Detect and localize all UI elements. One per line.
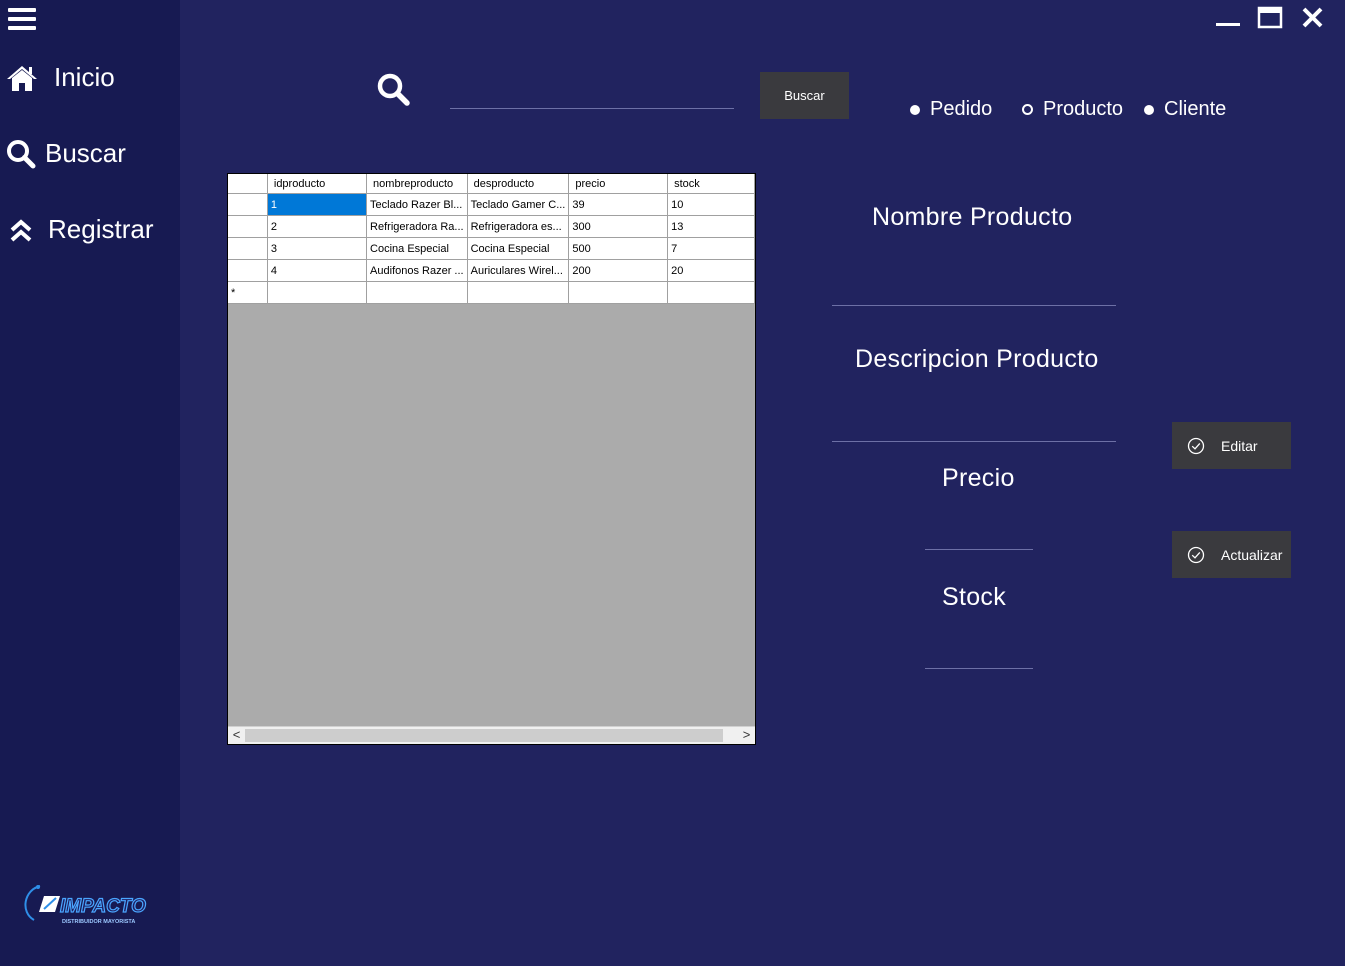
table-cell[interactable]: 2 [267,215,368,238]
table-cell[interactable]: 7 [667,237,755,260]
double-chevron-up-icon [10,218,32,241]
svg-text:IMPACTO: IMPACTO [60,896,146,917]
table-header-row: idproducto nombreproducto desproducto pr… [228,174,755,194]
radio-cliente[interactable]: Cliente [1144,98,1226,121]
row-header[interactable] [228,259,268,282]
table-cell[interactable]: 300 [568,215,669,238]
sidebar-item-inicio[interactable]: Inicio [6,62,115,93]
impacto-logo: IMPACTO DISTRIBUIDOR MAYORISTA [24,885,147,925]
table-cell[interactable]: Auriculares Wirel... [467,259,570,282]
table-new-row[interactable]: * [228,281,755,304]
sidebar-item-label: Registrar [48,214,154,244]
precio-input[interactable] [925,523,1033,550]
search-icon [377,73,410,106]
table-row[interactable]: 2 Refrigeradora Ra... Refrigeradora es..… [228,215,755,238]
table-cell[interactable]: Teclado Razer Bl... [366,193,468,216]
table-cell[interactable]: Audifonos Razer ... [366,259,468,282]
table-row[interactable]: 1 Teclado Razer Bl... Teclado Gamer C...… [228,193,755,216]
home-icon [7,65,37,91]
table-cell[interactable]: 1 [267,193,368,216]
radio-label: Cliente [1164,98,1227,120]
table-cell[interactable] [366,281,468,304]
radio-indicator [1022,104,1033,115]
scrollbar-thumb[interactable] [245,729,723,742]
table-cell[interactable]: Cocina Especial [467,237,570,260]
descripcion-producto-input[interactable] [832,415,1116,442]
edit-button-label: Editar [1221,437,1258,454]
new-row-marker[interactable]: * [228,281,268,304]
column-header[interactable]: desproducto [467,174,570,194]
table-cell[interactable]: 500 [568,237,669,260]
radio-label: Producto [1043,98,1124,120]
radio-pedido[interactable]: Pedido [910,98,992,121]
table-cell[interactable]: 20 [667,259,755,282]
row-header[interactable] [228,237,268,260]
horizontal-scrollbar[interactable]: < > [228,726,755,744]
sidebar-item-registrar[interactable]: Registrar [6,214,153,245]
svg-text:DISTRIBUIDOR MAYORISTA: DISTRIBUIDOR MAYORISTA [62,919,135,925]
edit-button[interactable]: Editar [1172,422,1291,469]
row-header[interactable] [228,215,268,238]
table-cell[interactable] [667,281,755,304]
radio-indicator [910,104,920,115]
minimize-button[interactable] [1215,6,1241,30]
table-row[interactable]: 4 Audifonos Razer ... Auriculares Wirel.… [228,259,755,282]
products-table: idproducto nombreproducto desproducto pr… [228,174,755,304]
check-circle-icon [1187,546,1205,563]
table-cell[interactable]: 39 [568,193,669,216]
radio-indicator [1144,104,1154,115]
table-cell[interactable]: 3 [267,237,368,260]
row-header-corner [228,174,268,194]
products-grid[interactable]: idproducto nombreproducto desproducto pr… [227,173,756,745]
table-cell[interactable]: Refrigeradora es... [467,215,570,238]
close-button[interactable] [1300,6,1326,30]
table-cell[interactable] [568,281,669,304]
table-cell[interactable]: 13 [667,215,755,238]
stock-input[interactable] [925,642,1033,669]
scroll-left-icon[interactable]: < [228,727,245,744]
nombre-producto-input[interactable] [832,279,1116,306]
sidebar: Inicio Buscar Registrar IMPACTO DISTRIBU… [0,0,180,966]
radio-label: Pedido [930,98,993,120]
column-header[interactable]: idproducto [267,174,368,194]
descripcion-producto-label: Descripcion Producto [855,345,1099,373]
table-cell[interactable] [467,281,570,304]
table-cell[interactable]: 4 [267,259,368,282]
maximize-button[interactable] [1257,6,1283,30]
search-input[interactable] [450,84,734,109]
column-header[interactable]: precio [568,174,669,194]
update-button-label: Actualizar [1221,546,1283,563]
check-circle-icon [1187,437,1205,454]
table-row[interactable]: 3 Cocina Especial Cocina Especial 500 7 [228,237,755,260]
scroll-right-icon[interactable]: > [738,727,755,744]
column-header[interactable]: stock [667,174,755,194]
precio-label: Precio [942,464,1015,492]
row-header[interactable] [228,193,268,216]
maximize-icon [1257,6,1283,29]
table-cell[interactable]: Teclado Gamer C... [467,193,570,216]
nombre-producto-label: Nombre Producto [872,203,1073,231]
minimize-icon [1216,23,1240,26]
search-icon [7,139,36,168]
search-button[interactable]: Buscar [760,72,849,119]
update-button[interactable]: Actualizar [1172,531,1291,578]
table-cell[interactable]: 200 [568,259,669,282]
sidebar-item-label: Buscar [45,138,126,168]
table-cell[interactable]: 10 [667,193,755,216]
radio-producto[interactable]: Producto [1022,98,1123,121]
table-cell[interactable]: Cocina Especial [366,237,468,260]
sidebar-item-buscar[interactable]: Buscar [6,138,126,169]
table-cell[interactable] [267,281,368,304]
hamburger-menu-icon[interactable] [8,8,36,34]
stock-label: Stock [942,583,1007,611]
close-icon [1302,7,1323,28]
table-cell[interactable]: Refrigeradora Ra... [366,215,468,238]
column-header[interactable]: nombreproducto [366,174,468,194]
sidebar-item-label: Inicio [54,62,115,92]
